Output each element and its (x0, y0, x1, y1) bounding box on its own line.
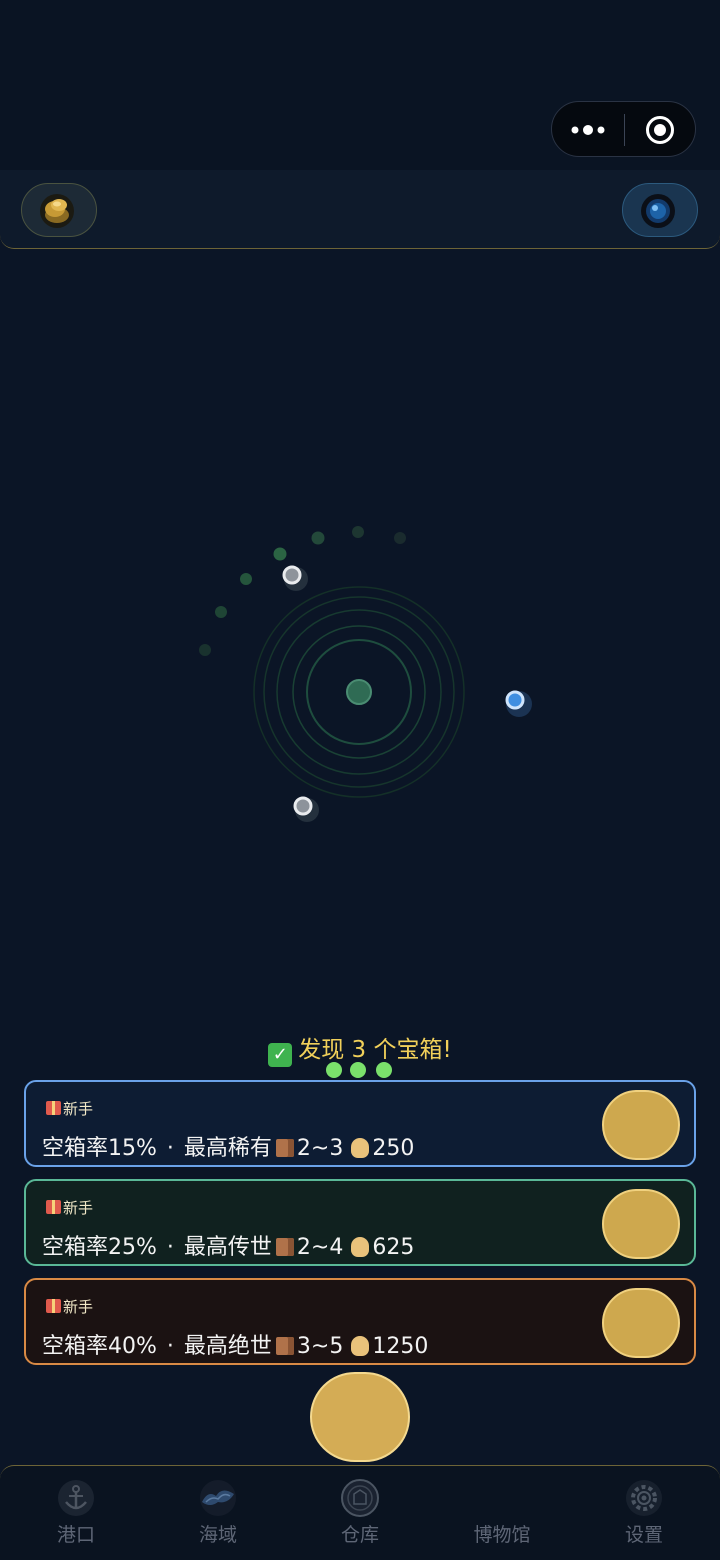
tab-museum[interactable]: 博物馆 (442, 1466, 562, 1560)
select-button[interactable] (602, 1189, 680, 1259)
empty-rate: 空箱率40% (42, 1334, 157, 1359)
box-count: 3~5 (296, 1334, 344, 1359)
treasure-marker[interactable] (505, 690, 532, 717)
max-rarity: 最高传世 (183, 1235, 272, 1260)
card-info: 空箱率40% · 最高绝世 3~5 1250 (42, 1328, 428, 1360)
blue-orb-icon (641, 194, 675, 228)
sweep-trail (199, 526, 406, 656)
gift-icon (46, 1299, 61, 1313)
page-indicator (326, 1062, 396, 1080)
box-icon (275, 1337, 294, 1355)
gold-coins-icon (40, 194, 74, 228)
top-bar (0, 170, 720, 249)
separator: · (166, 1334, 174, 1359)
gift-icon (46, 1200, 61, 1214)
treasure-card[interactable]: 新手 空箱率25% · 最高传世 2~4 625 (24, 1179, 696, 1266)
coins-button[interactable] (21, 183, 97, 237)
treasure-card[interactable]: 新手 空箱率15% · 最高稀有 2~3 250 (24, 1080, 696, 1167)
box-count: 2~4 (296, 1235, 344, 1260)
separator: · (166, 1235, 174, 1260)
select-button[interactable] (602, 1288, 680, 1358)
orb-button[interactable] (622, 183, 698, 237)
capsule-divider (624, 114, 625, 146)
close-miniprogram-icon[interactable] (644, 114, 676, 146)
card-info: 空箱率25% · 最高传世 2~4 625 (42, 1229, 414, 1261)
warehouse-icon (341, 1479, 379, 1517)
tab-label: 设置 (624, 1524, 663, 1546)
bottom-tab-bar: 港口 海域 仓库 博物馆 设置 (0, 1465, 720, 1560)
tab-label: 仓库 (340, 1524, 379, 1546)
tab-sea[interactable]: 海域 (158, 1466, 278, 1560)
page-dot (376, 1062, 392, 1078)
empty-rate: 空箱率25% (42, 1235, 157, 1260)
box-icon (275, 1139, 294, 1157)
more-icon[interactable] (570, 116, 606, 144)
tab-label: 博物馆 (473, 1524, 531, 1546)
treasure-marker[interactable] (293, 796, 319, 822)
tab-port[interactable]: 港口 (16, 1466, 136, 1560)
radar-center-icon (346, 679, 372, 705)
cost: 625 (372, 1235, 415, 1260)
status-area (0, 0, 720, 170)
treasure-marker[interactable] (282, 565, 308, 591)
card-tag: 新手 (46, 1197, 93, 1218)
box-icon (275, 1238, 294, 1256)
money-bag-icon (351, 1237, 370, 1257)
gear-icon (626, 1480, 662, 1516)
page-dot (350, 1062, 366, 1078)
box-count: 2~3 (296, 1136, 344, 1161)
money-bag-icon (351, 1336, 370, 1356)
card-info: 空箱率15% · 最高稀有 2~3 250 (42, 1130, 414, 1162)
card-tag: 新手 (46, 1296, 93, 1317)
money-bag-icon (351, 1138, 370, 1158)
max-rarity: 最高绝世 (183, 1334, 272, 1359)
anchor-icon (58, 1480, 94, 1516)
cost: 250 (372, 1136, 415, 1161)
main-action-button[interactable] (310, 1372, 410, 1462)
capsule-menu (551, 101, 696, 157)
tab-warehouse[interactable]: 仓库 (300, 1466, 420, 1560)
card-tag: 新手 (46, 1098, 93, 1119)
tab-label: 港口 (56, 1524, 95, 1546)
empty-rate: 空箱率15% (42, 1136, 157, 1161)
treasure-card[interactable]: 新手 空箱率40% · 最高绝世 3~5 1250 (24, 1278, 696, 1365)
gift-icon (46, 1101, 61, 1115)
separator: · (166, 1136, 174, 1161)
tab-settings[interactable]: 设置 (584, 1466, 704, 1560)
found-text: 发现 3 个宝箱! (298, 1037, 452, 1063)
cost: 1250 (372, 1334, 429, 1359)
sea-icon (200, 1480, 236, 1516)
max-rarity: 最高稀有 (183, 1136, 272, 1161)
select-button[interactable] (602, 1090, 680, 1160)
page-dot (326, 1062, 342, 1078)
check-icon: ✓ (268, 1043, 293, 1067)
tab-label: 海域 (198, 1524, 237, 1546)
sonar-radar (199, 526, 532, 822)
